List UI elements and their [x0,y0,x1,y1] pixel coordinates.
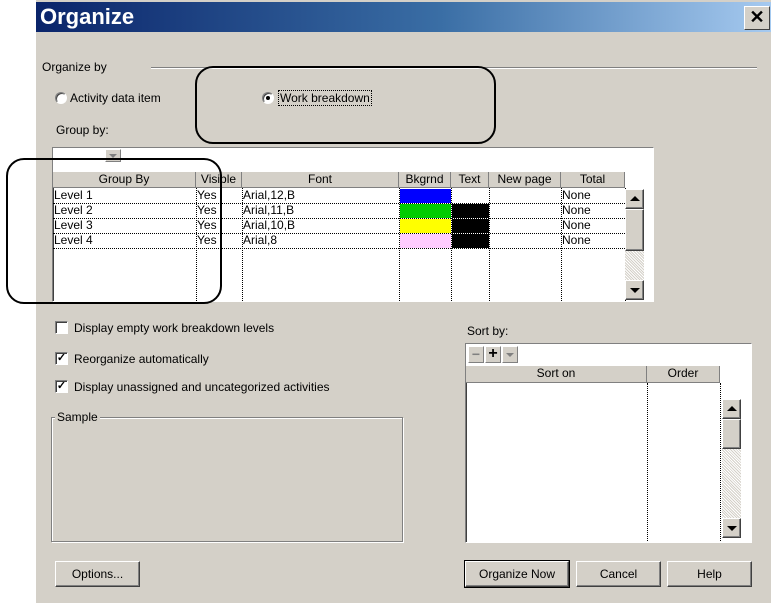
checkmark-icon: ✓ [56,380,67,392]
cancel-button[interactable]: Cancel [576,561,661,587]
organize-by-label: Organize by [42,60,107,74]
col-new-page[interactable]: New page [489,172,561,188]
highlight-work-breakdown [195,66,496,144]
organize-now-button[interactable]: Organize Now [464,560,570,588]
sort-by-grid[interactable]: − + Sort on Order [465,343,752,543]
col-bkgrnd[interactable]: Bkgrnd [399,172,451,188]
minus-icon: − [471,346,481,362]
col-text[interactable]: Text [451,172,489,188]
cell-font[interactable]: Arial,10,B [242,218,399,233]
sample-group [51,417,403,542]
sort-add-button[interactable]: + [485,346,501,363]
cell-new-page[interactable] [489,218,561,233]
cell-total[interactable]: None [561,233,625,248]
sort-dropdown-button[interactable] [502,346,518,363]
group-scroll-thumb[interactable] [625,209,644,251]
reorganize-label[interactable]: Reorganize automatically [74,352,209,366]
sort-scroll-up-button[interactable] [722,399,741,419]
cell-new-page[interactable] [489,233,561,248]
cell-new-page[interactable] [489,203,561,218]
help-button[interactable]: Help [667,561,752,587]
cell-total[interactable]: None [561,203,625,218]
cell-total[interactable]: None [561,188,625,203]
sort-scroll-thumb[interactable] [722,419,741,449]
arrow-up-icon [727,406,737,411]
cell-text-swatch[interactable] [452,219,489,233]
activity-data-item-radio[interactable] [55,92,67,104]
display-empty-checkbox[interactable] [55,321,68,334]
display-unassigned-checkbox[interactable]: ✓ [55,380,68,393]
title-bar: Organize ✕ [36,2,771,32]
grid-line [720,383,721,542]
activity-data-item-label[interactable]: Activity data item [70,91,161,105]
sort-remove-button[interactable]: − [468,346,484,363]
cell-bkgrnd-swatch[interactable] [400,204,451,218]
col-sort-on[interactable]: Sort on [466,366,647,383]
chevron-down-icon [506,353,514,357]
plus-icon: + [488,345,498,362]
sample-label: Sample [55,410,100,424]
grid-line [647,383,648,542]
col-total[interactable]: Total [561,172,625,188]
col-order[interactable]: Order [647,366,720,383]
cell-text-swatch[interactable] [452,204,489,218]
cell-font[interactable]: Arial,12,B [242,188,399,203]
sort-scroll-down-button[interactable] [722,518,741,538]
arrow-up-icon [630,196,640,201]
highlight-group-by-column [6,158,222,304]
group-scroll-track[interactable] [625,251,644,280]
arrow-down-icon [630,288,640,293]
arrow-down-icon [727,526,737,531]
group-scroll-down-button[interactable] [625,280,644,300]
display-unassigned-label[interactable]: Display unassigned and uncategorized act… [74,380,330,394]
sort-table-header: Sort on Order [466,366,734,383]
checkmark-icon: ✓ [56,352,67,364]
cell-bkgrnd-swatch[interactable] [400,219,451,233]
group-by-label: Group by: [56,123,109,137]
cell-font[interactable]: Arial,11,B [242,203,399,218]
cell-bkgrnd-swatch[interactable] [400,189,451,203]
cell-total[interactable]: None [561,218,625,233]
sort-by-label: Sort by: [467,324,509,338]
col-font[interactable]: Font [242,172,399,188]
cell-new-page[interactable] [489,188,561,203]
dialog-title: Organize [40,4,135,29]
cell-bkgrnd-swatch[interactable] [400,234,451,248]
reorganize-checkbox[interactable]: ✓ [55,352,68,365]
close-button[interactable]: ✕ [744,6,770,30]
close-icon: ✕ [749,7,765,27]
cell-text-swatch[interactable] [452,234,489,248]
group-scroll-up-button[interactable] [625,189,644,209]
display-empty-label[interactable]: Display empty work breakdown levels [74,321,274,335]
cell-font[interactable]: Arial,8 [242,233,399,248]
sort-scroll-track[interactable] [722,449,741,518]
sort-toolbar: − + [466,344,751,366]
options-button[interactable]: Options... [55,561,140,587]
